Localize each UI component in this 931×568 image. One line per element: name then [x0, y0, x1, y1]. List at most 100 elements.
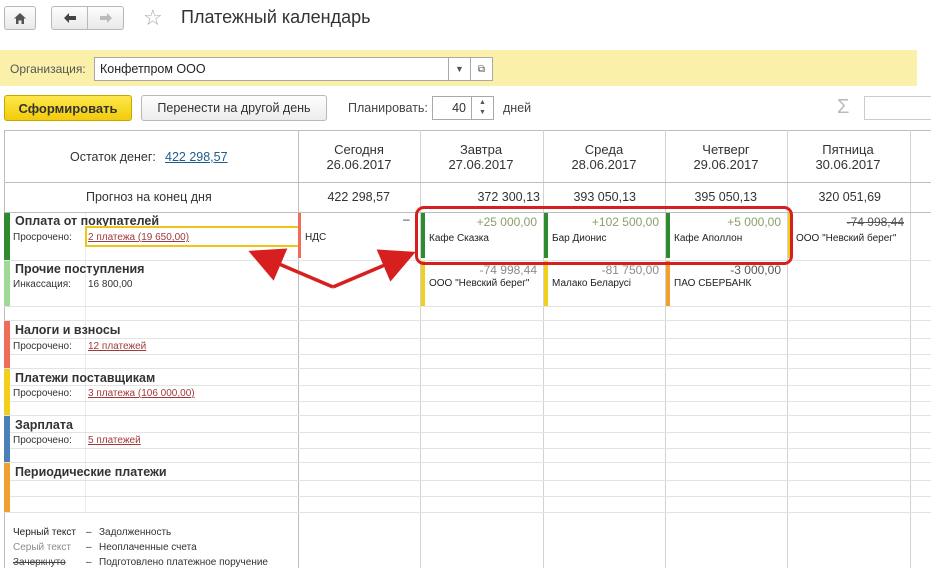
day-date: 30.06.2017: [815, 157, 881, 172]
cell-amount: -74 998,44: [479, 263, 537, 277]
category-color-bar: [4, 213, 10, 260]
category-taxes[interactable]: Налоги и взносы: [15, 323, 120, 337]
plan-unit-label: дней: [503, 101, 532, 115]
category-color-bar: [4, 321, 10, 368]
arrow-left-icon: [63, 13, 76, 23]
category-suppliers[interactable]: Платежи поставщикам: [15, 371, 155, 385]
overdue-link-taxes[interactable]: 12 платежей: [88, 341, 146, 352]
organization-field[interactable]: Конфетпром ООО: [94, 57, 449, 81]
forecast-value: 320 051,69: [818, 190, 881, 204]
plan-label: Планировать:: [348, 101, 428, 115]
legend-meaning: Задолженность: [99, 527, 172, 538]
legend-meaning: Неоплаченные счета: [99, 542, 197, 553]
cell-amount: -3 000,00: [730, 263, 781, 277]
category-color-bar: [4, 369, 10, 415]
forward-button[interactable]: [87, 6, 124, 30]
day-name: Четверг: [702, 142, 750, 157]
calendar-cell-other[interactable]: -3 000,00 ПАО СБЕРБАНК: [666, 261, 787, 306]
grid-vline: [910, 130, 911, 568]
day-header-tomorrow[interactable]: Завтра 27.06.2017: [420, 142, 542, 172]
cell-counterparty: ООО "Невский берег": [429, 278, 530, 289]
grid-hline: [4, 480, 931, 481]
grid-hline: [4, 385, 931, 386]
grid-hline: [4, 182, 931, 183]
calendar-cell-other[interactable]: -81 750,00 Малако Беларусі: [544, 261, 665, 306]
forecast-value: 422 298,57: [327, 190, 390, 204]
calendar-cell-other[interactable]: -74 998,44 ООО "Невский берег": [421, 261, 543, 306]
cell-amount: -81 750,00: [601, 263, 659, 277]
category-color-bar: [4, 261, 10, 306]
calendar-cell-income[interactable]: -74 998,44 ООО "Невский берег": [788, 213, 910, 258]
day-date: 27.06.2017: [448, 157, 514, 172]
grid-hline: [4, 401, 931, 402]
grid-hline: [4, 432, 931, 433]
overdue-link-suppliers[interactable]: 3 платежа (106 000,00): [88, 388, 195, 399]
selected-cell-frame: [85, 226, 300, 247]
collection-label: Инкассация:: [13, 279, 71, 290]
day-name: Завтра: [459, 142, 503, 157]
legend-dash: –: [86, 542, 92, 553]
cell-counterparty: ПАО СБЕРБАНК: [674, 278, 752, 289]
day-header-wednesday[interactable]: Среда 28.06.2017: [543, 142, 665, 172]
overdue-label: Просрочено:: [13, 388, 72, 399]
grid-hline: [4, 368, 931, 369]
overdue-label: Просрочено:: [13, 341, 72, 352]
top-bar: ☆ Платежный календарь: [0, 0, 931, 40]
category-periodic-payments[interactable]: Периодические платежи: [15, 465, 167, 479]
day-date: 26.06.2017: [326, 157, 392, 172]
balance-value-link[interactable]: 422 298,57: [165, 150, 228, 164]
overdue-link-salary[interactable]: 5 платежей: [88, 435, 141, 446]
open-icon: ⧉: [477, 63, 486, 75]
day-date: 29.06.2017: [693, 157, 759, 172]
legend-meaning: Подготовлено платежное поручение: [99, 557, 268, 568]
day-name: Пятница: [822, 142, 874, 157]
day-header-today[interactable]: Сегодня 26.06.2017: [298, 142, 420, 172]
category-other-receipts[interactable]: Прочие поступления: [15, 262, 144, 276]
grid-hline: [4, 338, 931, 339]
legend-sample-black: Черный текст: [13, 527, 76, 538]
organization-open-button[interactable]: ⧉: [471, 57, 493, 81]
cell-color-bar: [666, 261, 670, 306]
category-salary[interactable]: Зарплата: [15, 418, 73, 432]
cell-counterparty: Малако Беларусі: [552, 278, 631, 289]
cell-amount: -74 998,44: [846, 215, 904, 229]
day-name: Среда: [584, 142, 624, 157]
grid-hline: [4, 496, 931, 497]
home-button[interactable]: [4, 6, 36, 30]
day-date: 28.06.2017: [571, 157, 637, 172]
day-name: Сегодня: [334, 142, 384, 157]
legend-dash: –: [86, 527, 92, 538]
tax-entry[interactable]: НДС: [305, 232, 326, 243]
move-to-another-day-button[interactable]: Перенести на другой день: [141, 95, 327, 121]
forecast-label: Прогноз на конец дня: [86, 190, 212, 204]
annotation-highlight-frame: [415, 206, 793, 265]
cell-color-bar: [421, 261, 425, 306]
generate-button[interactable]: Сформировать: [4, 95, 132, 121]
plan-days-input[interactable]: 40: [432, 96, 472, 120]
home-icon: [14, 12, 26, 24]
star-icon[interactable]: ☆: [143, 6, 163, 30]
forecast-value: 395 050,13: [694, 190, 757, 204]
chevron-down-icon: ▼: [455, 64, 464, 74]
plan-days-stepper[interactable]: ▲ ▼: [472, 96, 494, 120]
grid-hline: [4, 512, 931, 513]
grid-hline: [4, 320, 931, 321]
spin-up-icon[interactable]: ▲: [479, 98, 486, 108]
cell-color-bar: [544, 261, 548, 306]
organization-label: Организация:: [10, 62, 86, 76]
grid-hline: [4, 354, 931, 355]
page-title: Платежный календарь: [181, 7, 371, 27]
arrow-right-icon: [99, 13, 112, 23]
overdue-label: Просрочено:: [13, 232, 72, 243]
grid-vline: [420, 130, 421, 568]
day-header-thursday[interactable]: Четверг 29.06.2017: [665, 142, 787, 172]
back-button[interactable]: [51, 6, 88, 30]
spin-down-icon[interactable]: ▼: [479, 108, 486, 118]
legend-sample-gray: Серый текст: [13, 542, 71, 553]
day-header-friday[interactable]: Пятница 30.06.2017: [787, 142, 909, 172]
organization-dropdown-button[interactable]: ▼: [449, 57, 471, 81]
grid-hline: [4, 306, 931, 307]
sum-field[interactable]: [864, 96, 931, 120]
sigma-icon[interactable]: Σ: [837, 96, 849, 119]
cell-color-bar: [298, 213, 301, 258]
